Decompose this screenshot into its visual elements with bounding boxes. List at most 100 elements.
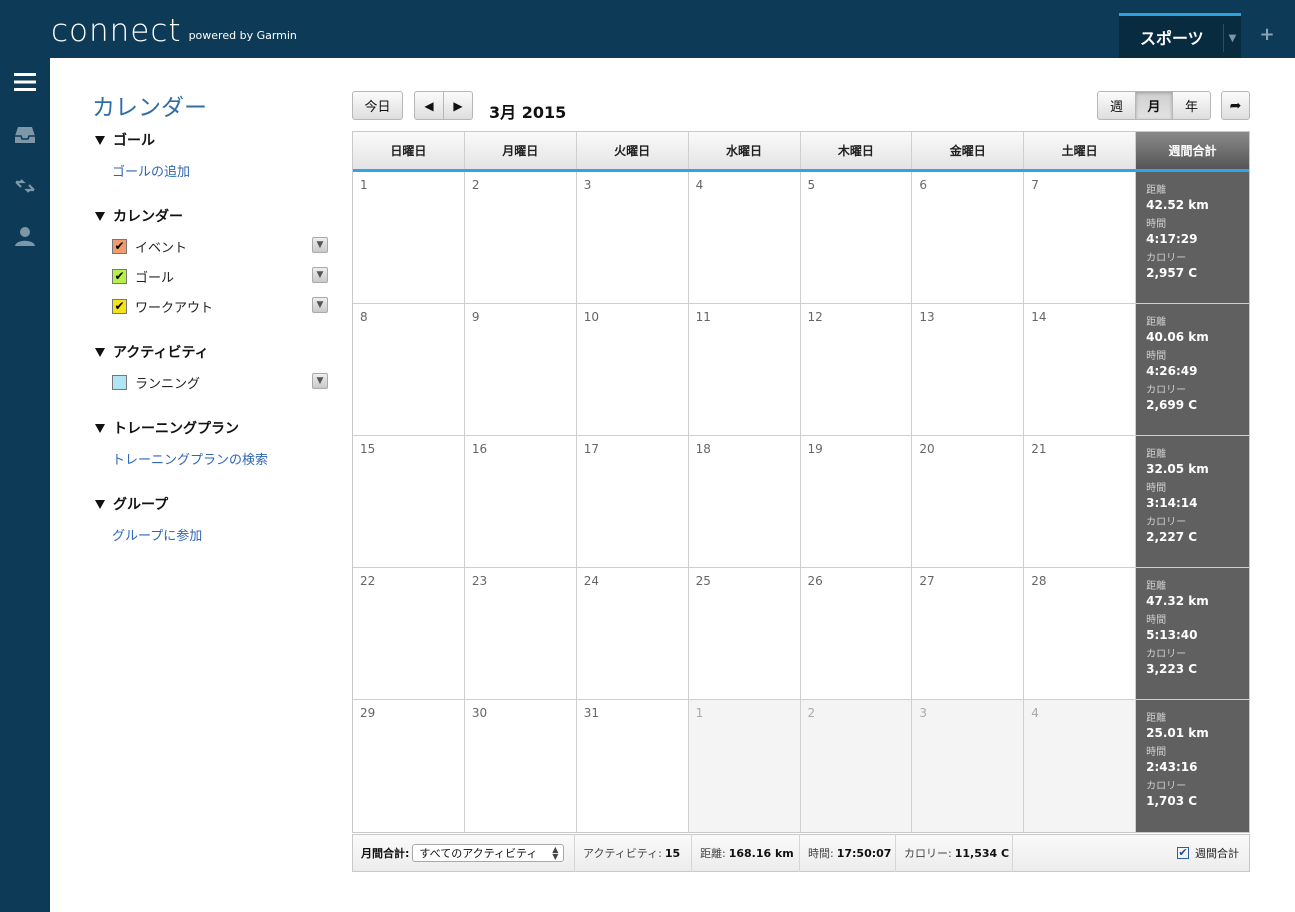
day-cell[interactable]: 27 — [912, 568, 1025, 699]
weekly-calories-value: 1,703 C — [1146, 794, 1198, 808]
workout-options-dropdown[interactable]: ▼ — [312, 297, 328, 313]
day-cell[interactable]: 8 — [353, 304, 465, 435]
day-cell[interactable]: 11 — [688, 304, 801, 435]
week-view-button[interactable]: 週 — [1097, 91, 1136, 120]
collapse-triangle-icon — [95, 135, 105, 145]
day-number: 19 — [807, 442, 823, 456]
next-month-day-cell[interactable]: 2 — [800, 700, 913, 832]
day-cell[interactable]: 15 — [353, 436, 465, 567]
day-number: 25 — [695, 574, 711, 588]
day-cell[interactable]: 5 — [800, 172, 913, 303]
today-button[interactable]: 今日 — [352, 91, 403, 120]
add-tab-button[interactable]: + — [1256, 24, 1278, 46]
weekly-total-toggle[interactable]: ✔ 週間合計 — [1177, 845, 1239, 861]
event-options-dropdown[interactable]: ▼ — [312, 237, 328, 253]
groups-section-header[interactable]: グループ — [92, 494, 332, 514]
calendar-header-row: 日曜日 月曜日 火曜日 水曜日 木曜日 金曜日 土曜日 週間合計 — [353, 132, 1249, 172]
day-cell[interactable]: 31 — [576, 700, 689, 832]
day-cell[interactable]: 3 — [576, 172, 689, 303]
goal-options-dropdown[interactable]: ▼ — [312, 267, 328, 283]
sync-arrows-icon[interactable] — [13, 174, 37, 198]
weekday-header: 水曜日 — [689, 132, 801, 169]
weekday-header: 木曜日 — [801, 132, 913, 169]
menu-icon[interactable] — [13, 70, 37, 94]
weekly-time-value: 4:17:29 — [1146, 232, 1198, 246]
day-number: 28 — [1031, 574, 1047, 588]
training-plan-section: トレーニングプラン トレーニングプランの検索 — [92, 418, 332, 468]
sports-tab[interactable]: スポーツ ▼ — [1119, 13, 1241, 58]
weekly-distance-label: 距離 — [1146, 185, 1167, 196]
weekly-total-header: 週間合計 — [1136, 132, 1249, 169]
calendars-header-label: カレンダー — [113, 209, 183, 225]
activity-type-select[interactable]: すべてのアクティビティ ▲ ▼ — [412, 844, 565, 862]
next-month-day-cell[interactable]: 1 — [688, 700, 801, 832]
year-view-button[interactable]: 年 — [1172, 91, 1211, 120]
training-plan-section-header[interactable]: トレーニングプラン — [92, 418, 332, 438]
day-cell[interactable]: 2 — [464, 172, 577, 303]
calendars-section-header[interactable]: カレンダー — [92, 206, 332, 226]
day-cell[interactable]: 1 — [353, 172, 465, 303]
left-rail — [0, 58, 50, 912]
garmin-connect-logo[interactable]: connect powered by Garmin — [51, 14, 297, 48]
event-checkbox[interactable]: ✔ — [112, 238, 127, 254]
day-cell[interactable]: 12 — [800, 304, 913, 435]
day-cell[interactable]: 24 — [576, 568, 689, 699]
groups-header-label: グループ — [113, 497, 169, 513]
day-cell[interactable]: 20 — [912, 436, 1025, 567]
day-cell[interactable]: 21 — [1024, 436, 1137, 567]
search-training-plan-link[interactable]: トレーニングプランの検索 — [112, 449, 268, 468]
weekly-total-checkbox[interactable]: ✔ — [1177, 847, 1189, 859]
day-cell[interactable]: 13 — [912, 304, 1025, 435]
weekly-distance-label: 距離 — [1146, 713, 1167, 724]
user-icon[interactable] — [13, 224, 37, 248]
weekly-total-cell: 距離 40.06 km 時間 4:26:49 カロリー 2,699 C — [1136, 304, 1249, 435]
day-cell[interactable]: 7 — [1024, 172, 1137, 303]
day-number: 14 — [1031, 310, 1047, 324]
goal-checkbox[interactable]: ✔ — [112, 268, 127, 284]
running-options-dropdown[interactable]: ▼ — [312, 373, 328, 389]
day-cell[interactable]: 22 — [353, 568, 465, 699]
day-cell[interactable]: 25 — [688, 568, 801, 699]
month-view-button[interactable]: 月 — [1135, 91, 1173, 120]
monthly-summary-bar: 月間合計: すべてのアクティビティ ▲ ▼ アクティビティ: 15 距離: 168… — [352, 834, 1250, 872]
weekday-header: 金曜日 — [912, 132, 1025, 169]
day-number: 24 — [583, 574, 600, 588]
day-cell[interactable]: 16 — [464, 436, 577, 567]
day-cell[interactable]: 28 — [1024, 568, 1137, 699]
weekly-time-label: 時間 — [1146, 747, 1167, 758]
day-cell[interactable]: 9 — [464, 304, 577, 435]
join-group-link[interactable]: グループに参加 — [112, 525, 202, 544]
day-cell[interactable]: 19 — [800, 436, 913, 567]
calendar-filter-workout: ✔ ワークアウト ▼ — [112, 297, 328, 316]
groups-section: グループ グループに参加 — [92, 494, 332, 544]
day-cell[interactable]: 18 — [688, 436, 801, 567]
inbox-icon[interactable] — [13, 123, 37, 147]
day-cell[interactable]: 10 — [576, 304, 689, 435]
running-checkbox[interactable] — [112, 374, 127, 390]
day-cell[interactable]: 6 — [912, 172, 1025, 303]
goals-section-header[interactable]: ゴール — [92, 130, 332, 150]
chevron-down-icon[interactable]: ▼ — [1223, 24, 1241, 52]
day-number: 7 — [1031, 178, 1039, 192]
prev-month-button[interactable]: ◀ — [414, 91, 444, 120]
activities-section-header[interactable]: アクティビティ — [92, 342, 332, 362]
day-cell[interactable]: 4 — [688, 172, 801, 303]
day-cell[interactable]: 26 — [800, 568, 913, 699]
day-cell[interactable]: 30 — [464, 700, 577, 832]
add-goal-link[interactable]: ゴールの追加 — [112, 161, 190, 180]
day-cell[interactable]: 17 — [576, 436, 689, 567]
share-arrow-icon: ➦ — [1229, 97, 1242, 114]
day-cell[interactable]: 23 — [464, 568, 577, 699]
weekday-header: 月曜日 — [465, 132, 577, 169]
share-button[interactable]: ➦ — [1221, 91, 1250, 120]
weekly-calories-label: カロリー — [1146, 517, 1187, 528]
activities-label: アクティビティ: — [583, 847, 662, 860]
next-month-button[interactable]: ▶ — [443, 91, 473, 120]
day-cell[interactable]: 29 — [353, 700, 465, 832]
next-month-day-cell[interactable]: 4 — [1024, 700, 1137, 832]
workout-checkbox[interactable]: ✔ — [112, 298, 127, 314]
weekly-distance-value: 42.52 km — [1146, 198, 1209, 212]
day-cell[interactable]: 14 — [1024, 304, 1137, 435]
day-number: 18 — [695, 442, 711, 456]
next-month-day-cell[interactable]: 3 — [912, 700, 1025, 832]
